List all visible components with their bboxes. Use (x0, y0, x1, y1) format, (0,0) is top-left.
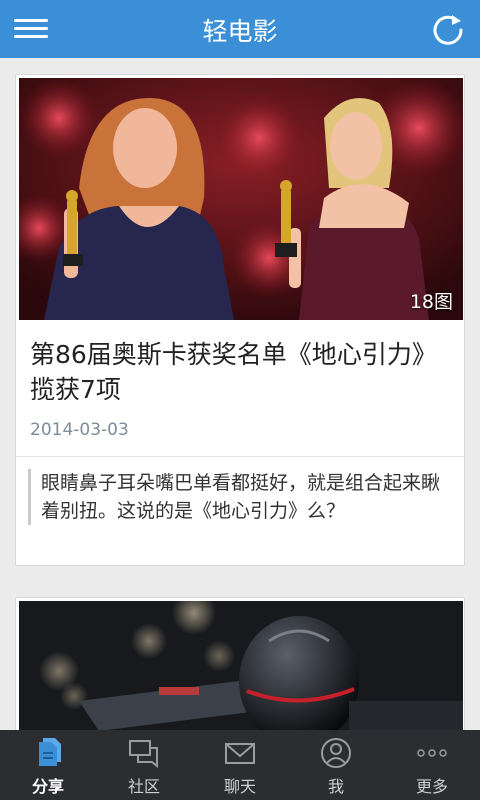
tab-label: 我 (327, 777, 344, 796)
tab-share[interactable]: 分享 (0, 730, 96, 800)
tab-me[interactable]: 我 (288, 730, 384, 800)
tab-label: 社区 (127, 777, 160, 796)
community-chat-icon (129, 740, 158, 769)
more-dots-icon (417, 749, 447, 757)
article-quote: 眼睛鼻子耳朵嘴巴单看都挺好，就是组合起来瞅着别扭。这说的是《地心引力》么？ (28, 469, 452, 525)
app-title: 轻电影 (202, 17, 278, 46)
oscar-winners-photo (19, 78, 463, 320)
bottom-tab-bar: 分享 社区 聊天 我 更多 (0, 730, 480, 800)
refresh-icon[interactable] (430, 12, 466, 48)
photo-count-badge: 18图 (409, 291, 453, 313)
tab-chat[interactable]: 聊天 (192, 730, 288, 800)
robocop-photo (19, 601, 463, 730)
article-card[interactable]: 18图 第86届奥斯卡获奖名单《地心引力》揽获7项 2014-03-03 眼睛鼻… (15, 74, 465, 566)
tab-label: 聊天 (223, 777, 256, 796)
article-title[interactable]: 第86届奥斯卡获奖名单《地心引力》揽获7项 (30, 337, 450, 407)
envelope-icon (225, 743, 255, 764)
article-photo[interactable] (19, 601, 463, 730)
user-profile-icon (321, 738, 351, 768)
article-feed[interactable]: 18图 第86届奥斯卡获奖名单《地心引力》揽获7项 2014-03-03 眼睛鼻… (0, 58, 480, 730)
article-photo[interactable]: 18图 (19, 78, 463, 320)
tab-community[interactable]: 社区 (96, 730, 192, 800)
article-date: 2014-03-03 (30, 420, 129, 440)
article-card[interactable] (15, 597, 465, 730)
top-app-bar: 轻电影 (0, 0, 480, 58)
card-divider (16, 456, 464, 457)
tab-more[interactable]: 更多 (384, 730, 480, 800)
share-document-icon (39, 738, 61, 766)
tab-label: 分享 (31, 777, 64, 796)
tab-label: 更多 (415, 777, 448, 796)
